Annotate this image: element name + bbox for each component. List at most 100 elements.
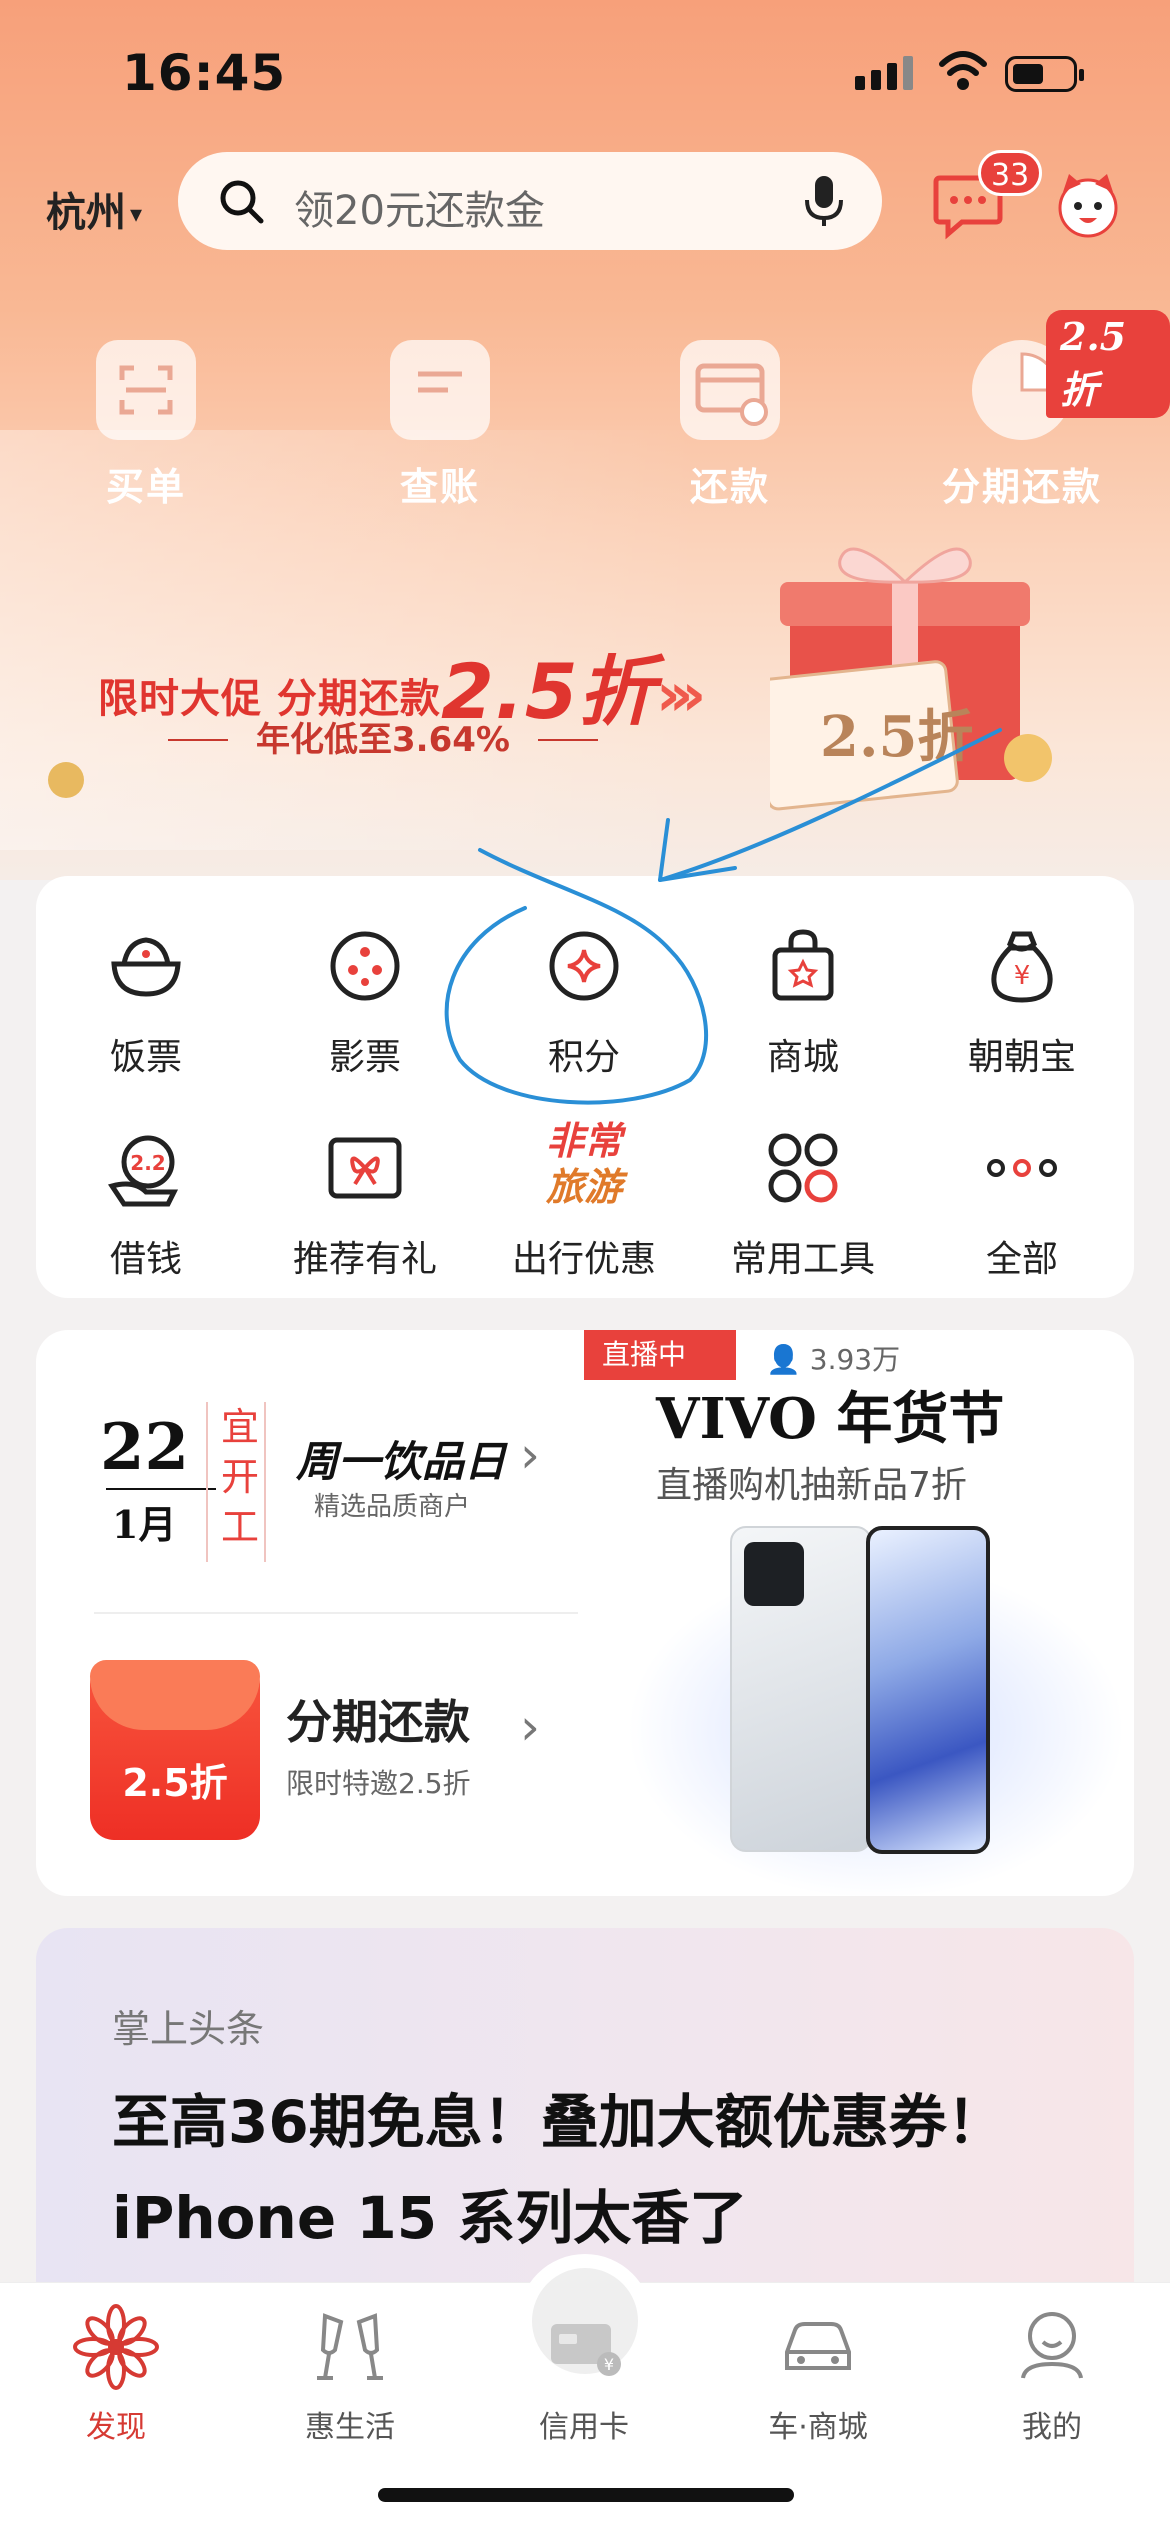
installment-title[interactable]: 分期还款	[286, 1686, 470, 1752]
tab-label: 信用卡	[539, 2410, 629, 2445]
service-label: 商城	[766, 1037, 839, 1078]
calendar-almanac: 宜开工	[220, 1402, 260, 1552]
news-headline[interactable]: 至高36期免息！叠加大额优惠券！iPhone 15 系列太香了	[112, 2074, 1072, 2266]
tab-4[interactable]: 车·商城	[718, 2302, 918, 2446]
service-label: 全部	[985, 1239, 1058, 1280]
status-time: 16:45	[122, 44, 287, 102]
svg-text:2.2: 2.2	[130, 1151, 165, 1175]
tab-2[interactable]: 惠生活	[250, 2302, 450, 2446]
almanac-char: 工	[220, 1505, 259, 1549]
home-indicator	[378, 2488, 794, 2502]
calendar-day: 22	[100, 1410, 190, 1485]
service-label: 推荐有礼	[292, 1239, 437, 1280]
tools-icon	[761, 1126, 845, 1210]
more-icon	[980, 1126, 1064, 1210]
service-item-3[interactable]: 积分	[484, 924, 684, 1080]
service-label: 饭票	[109, 1037, 182, 1078]
battery-icon	[1005, 56, 1084, 92]
service-label: 出行优惠	[511, 1239, 656, 1280]
drink-day-title[interactable]: 周一饮品日	[296, 1428, 506, 1489]
cellular-signal-icon	[855, 56, 913, 90]
live-title[interactable]: VIVO 年货节	[656, 1374, 1004, 1455]
service-item-9[interactable]: 常用工具	[703, 1126, 903, 1282]
almanac-char: 开	[220, 1455, 259, 1499]
divider	[94, 1612, 578, 1614]
money-bag-icon: ¥	[980, 924, 1064, 1008]
gift-card-icon	[323, 1126, 407, 1210]
drink-day-subtitle: 精选品质商户	[314, 1492, 471, 1522]
bill-icon	[390, 340, 490, 440]
svg-text:¥: ¥	[1014, 961, 1031, 991]
car-icon	[773, 2302, 863, 2392]
shopping-bag-icon	[761, 924, 845, 1008]
chevron-right-icon[interactable]: ›	[520, 1426, 540, 1484]
mascot-avatar-icon[interactable]	[1053, 170, 1123, 240]
service-item-4[interactable]: 商城	[703, 924, 903, 1080]
search-bar[interactable]: 领20元还款金	[178, 152, 882, 250]
phone-front-image[interactable]	[866, 1526, 990, 1854]
tab-label: 我的	[1022, 2410, 1082, 2445]
service-label: 积分	[547, 1037, 620, 1078]
camera-module	[744, 1542, 804, 1606]
service-item-10[interactable]: 全部	[922, 1126, 1122, 1282]
banner-chevrons-icon: ›››	[656, 660, 706, 730]
repay-card-icon	[680, 340, 780, 440]
viewer-count: 👤 3.93万	[766, 1338, 900, 1378]
live-tag[interactable]: 直播中	[584, 1330, 736, 1380]
quick-action-label: 买单	[105, 465, 186, 509]
banner-subtitle: 年化低至3.64%	[140, 712, 626, 761]
feature-card: 22 1月 宜开工 周一饮品日 精选品质商户 › 2.5折 分期还款 限时特邀2…	[36, 1330, 1134, 1896]
wifi-icon	[939, 51, 987, 90]
calendar-separator	[206, 1402, 208, 1562]
service-item-1[interactable]: 饭票	[46, 924, 246, 1080]
service-label: 常用工具	[730, 1239, 875, 1280]
scan-icon	[96, 340, 196, 440]
gift-card-label: 2.5折	[820, 704, 973, 770]
quick-action-label: 查账	[399, 465, 480, 509]
service-item-5[interactable]: ¥ 朝朝宝	[922, 924, 1122, 1080]
film-reel-icon	[323, 924, 407, 1008]
svg-text:非常: 非常	[546, 1119, 627, 1163]
quick-action-bill[interactable]: 查账	[340, 340, 540, 511]
almanac-separator	[264, 1402, 266, 1562]
points-icon	[542, 924, 626, 1008]
cheers-icon	[305, 2302, 395, 2392]
tab-3[interactable]: ¥ 信用卡	[484, 2302, 684, 2446]
live-subtitle: 直播购机抽新品7折	[656, 1465, 967, 1506]
tab-label: 惠生活	[305, 2410, 395, 2445]
status-bar: 16:45	[0, 0, 1170, 150]
tab-1[interactable]: 发现	[16, 2302, 216, 2446]
search-placeholder: 领20元还款金	[294, 188, 545, 234]
tab-5[interactable]: 我的	[952, 2302, 1152, 2446]
loan-hand-icon: 2.2	[104, 1126, 188, 1210]
service-item-7[interactable]: 推荐有礼	[265, 1126, 465, 1282]
quick-action-repay[interactable]: 还款	[630, 340, 830, 511]
gift-box-icon[interactable]: 2.5折	[770, 520, 1060, 820]
microphone-icon[interactable]	[802, 174, 846, 228]
travel-icon: 非常 旅游	[534, 1110, 634, 1210]
viewer-count-text: 3.93万	[809, 1343, 901, 1376]
red-envelope-icon[interactable]: 2.5折	[90, 1660, 260, 1840]
search-icon	[220, 180, 264, 224]
calendar-month: 1月	[112, 1502, 177, 1547]
tab-label: 发现	[86, 2410, 146, 2445]
rice-bowl-icon	[104, 924, 188, 1008]
envelope-label: 2.5折	[122, 1761, 228, 1805]
phone-back-image[interactable]	[730, 1526, 872, 1852]
service-item-8[interactable]: 非常 旅游 出行优惠	[484, 1119, 684, 1282]
service-item-2[interactable]: 影票	[265, 924, 465, 1080]
city-dropdown-icon: ▾	[130, 200, 143, 228]
news-tag: 掌上头条	[112, 2007, 265, 2051]
svg-text:¥: ¥	[604, 2355, 614, 2374]
tab-label: 车·商城	[768, 2410, 868, 2445]
city-selector[interactable]: 杭州 ▾	[46, 180, 142, 238]
live-tag-text: 直播中	[602, 1338, 687, 1371]
svg-text:旅游: 旅游	[545, 1165, 628, 1209]
chevron-right-icon[interactable]: ›	[520, 1698, 540, 1756]
quick-action-pay[interactable]: 买单	[46, 340, 246, 511]
calendar-divider	[106, 1488, 216, 1490]
discount-badge: 2.5折	[1046, 310, 1170, 418]
service-item-6[interactable]: 2.2 借钱	[46, 1126, 246, 1282]
quick-action-label: 分期还款	[941, 465, 1102, 509]
gold-ball-icon	[48, 762, 84, 798]
